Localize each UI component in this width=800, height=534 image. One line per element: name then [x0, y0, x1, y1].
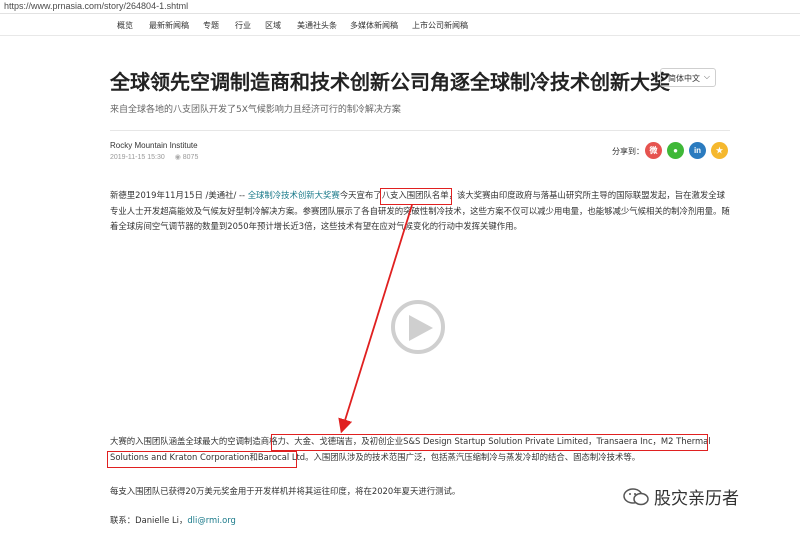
divider — [110, 130, 730, 131]
annotation-box-list-line1 — [271, 434, 708, 451]
paragraph-contact: 联系：Danielle Li，dli@rmi.org — [110, 513, 730, 529]
article-subtitle: 来自全球各地的八支团队开发了5X气候影响力且经济可行的制冷解决方案 — [110, 105, 401, 115]
nav-item-listed-companies[interactable]: 上市公司新闻稿 — [412, 20, 468, 31]
url-text: https://www.prnasia.com/story/264804-1.s… — [4, 1, 189, 11]
article-meta: 2019-11-15 15:30 ◉ 8075 — [110, 153, 198, 161]
author-name[interactable]: Rocky Mountain Institute — [110, 141, 198, 150]
nav-item-region[interactable]: 区域 — [265, 20, 281, 31]
linkedin-icon[interactable]: in — [689, 142, 706, 159]
intro-text: 新德里2019年11月15日 /美通社/ -- — [110, 190, 248, 200]
wechat-icon — [623, 488, 649, 506]
chevron-down-icon: ⌵ — [703, 72, 710, 81]
intro-text-2: 今天宣布了 — [339, 190, 382, 200]
award-link[interactable]: 全球制冷技术创新大奖赛 — [248, 190, 340, 200]
language-select[interactable]: 简体中文 ⌵ — [660, 68, 716, 87]
wechat-icon[interactable]: ● — [667, 142, 684, 159]
publish-date: 2019-11-15 15:30 — [110, 154, 165, 161]
finalists-text-2: 入围团队涉及的技术范围广泛，包括蒸汽压缩制冷与蒸发冷却的结合、固态制冷技术等。 — [313, 451, 641, 462]
annotation-box-finalists — [380, 188, 452, 205]
nav-item-overview[interactable]: 概览 — [117, 20, 133, 31]
watermark-text: 股灾亲历者 — [654, 489, 739, 509]
contact-label: 联系：Danielle Li， — [110, 515, 188, 525]
view-count: 8075 — [182, 154, 199, 161]
play-icon — [409, 315, 433, 341]
browser-url-bar[interactable]: https://www.prnasia.com/story/264804-1.s… — [0, 0, 800, 14]
eye-icon: ◉ — [174, 154, 181, 161]
article-title: 全球领先空调制造商和技术创新公司角逐全球制冷技术创新大奖 — [110, 70, 670, 94]
video-play-button[interactable] — [391, 300, 445, 354]
weibo-icon[interactable]: 微 — [645, 142, 662, 159]
favorite-icon[interactable]: ★ — [711, 142, 728, 159]
top-nav: 概览 最新新闻稿 专题 行业 区域 美通社头条 多媒体新闻稿 上市公司新闻稿 — [0, 14, 800, 36]
share-label: 分享到： — [612, 147, 644, 156]
nav-item-industry[interactable]: 行业 — [235, 20, 251, 31]
nav-item-multimedia[interactable]: 多媒体新闻稿 — [350, 20, 398, 31]
nav-item-topics[interactable]: 专题 — [203, 20, 219, 31]
annotation-box-list-line2 — [107, 451, 297, 468]
contact-email-link[interactable]: dli@rmi.org — [187, 515, 236, 525]
nav-item-headlines[interactable]: 美通社头条 — [297, 20, 337, 31]
finalists-text: 大赛的入围团队涵盖全球最大的空调制造商 — [110, 436, 270, 446]
nav-item-latest-releases[interactable]: 最新新闻稿 — [149, 20, 189, 31]
language-selected: 简体中文 — [668, 74, 700, 83]
watermark: 股灾亲历者 — [622, 484, 739, 509]
